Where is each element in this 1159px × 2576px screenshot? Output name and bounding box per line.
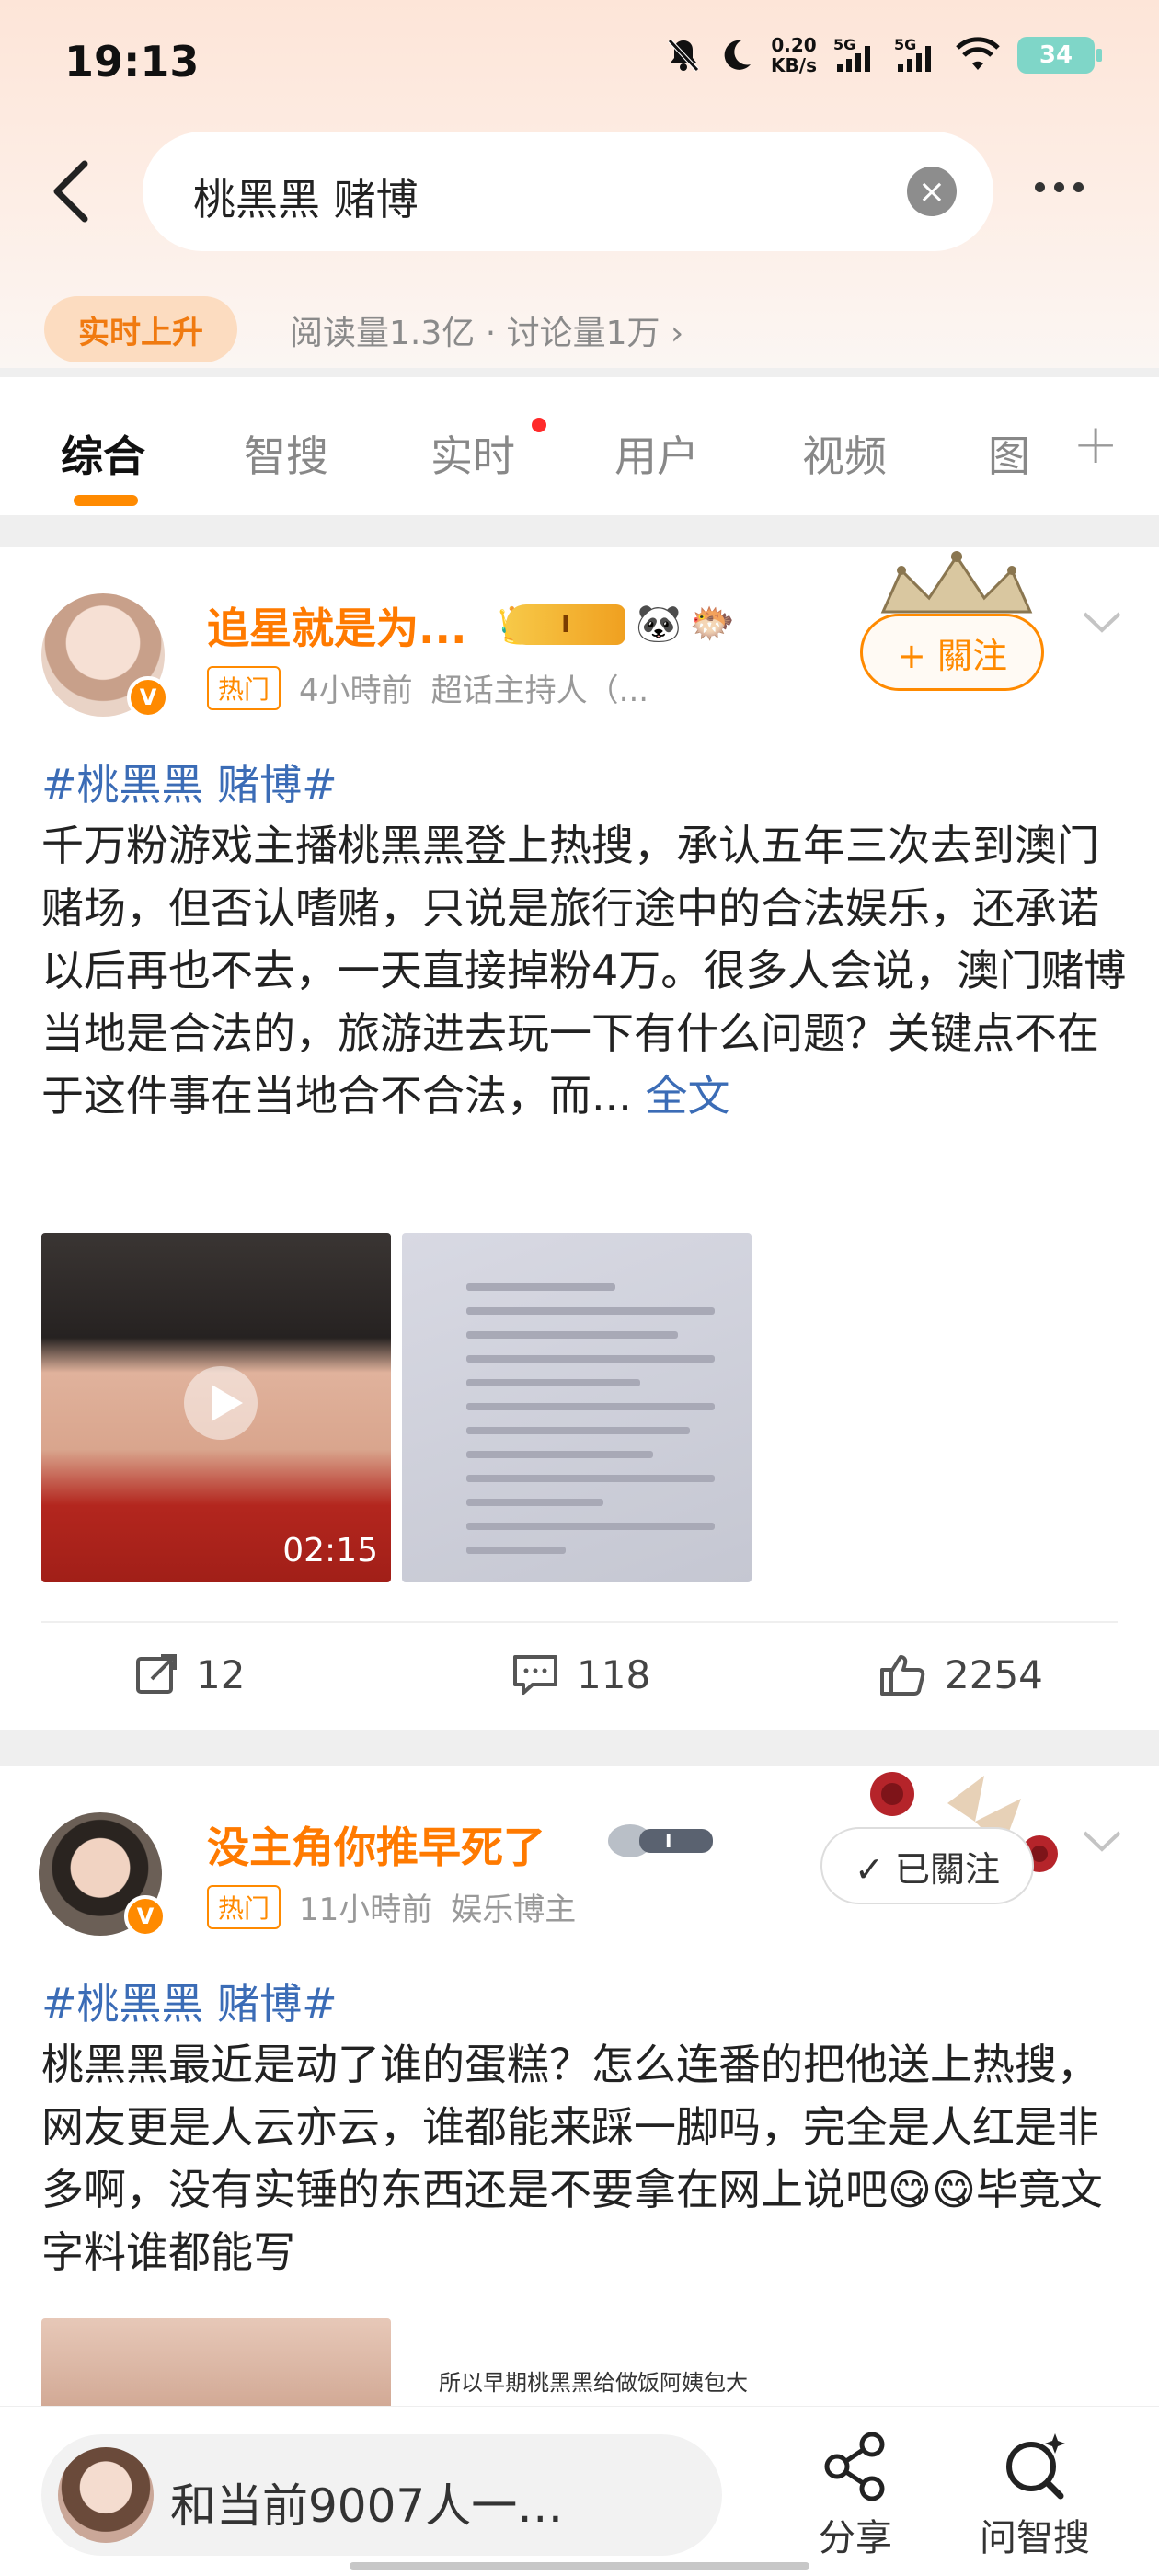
fan-medal-icon: I [608, 1824, 713, 1857]
add-tab-icon[interactable]: + [1073, 412, 1119, 477]
home-indicator[interactable] [350, 2562, 809, 2570]
play-icon[interactable] [184, 1366, 258, 1440]
post-source: 超话主持人（... [430, 673, 649, 709]
tab-video[interactable]: 视频 [802, 423, 887, 484]
active-tab-indicator [74, 495, 138, 506]
post-body: 桃黑黑最近是动了谁的蛋糕？怎么连番的把他送上热搜，网友更是人云亦云，谁都能来踩一… [41, 2040, 1103, 2277]
tab-bar: 综合 智搜 实时 用户 视频 图 + [0, 377, 1159, 515]
post-meta: 热门 4小時前 超话主持人（... [207, 665, 648, 710]
status-icons: 0.20 KB/s 5G 5G 34 [666, 34, 1102, 76]
pufferfish-icon: 🐡 [689, 602, 735, 645]
verified-badge-icon: V [124, 1895, 166, 1938]
signal-icon-1: 5G [833, 37, 878, 74]
tab-users[interactable]: 用户 [614, 423, 699, 484]
comment-button[interactable]: 118 [511, 1651, 650, 1697]
decorative-crown-icon [880, 551, 1033, 614]
repost-button[interactable]: 12 [133, 1651, 245, 1697]
image-caption: 所以早期桃黑黑给做饭阿姨包大 [439, 2370, 748, 2396]
chevron-down-icon[interactable] [1081, 1822, 1121, 1858]
fan-medal: I [506, 604, 625, 645]
panda-icon: 🐼 [636, 602, 682, 645]
tab-comprehensive[interactable]: 综合 [61, 423, 145, 484]
share-label: 分享 [819, 2517, 892, 2559]
full-text-link[interactable]: 全文 [646, 1071, 730, 1121]
svg-text:5G: 5G [894, 37, 916, 53]
status-bar: 19:13 0.20 KB/s 5G 5G 34 [0, 0, 1159, 120]
signal-icon-2: 5G [894, 37, 938, 74]
avatar [58, 2447, 154, 2543]
video-duration: 02:15 [282, 1532, 378, 1570]
wifi-icon [955, 37, 1001, 74]
post-card[interactable]: V 追星就是为... 👑 I 🐼 🐡 热门 4小時前 超话主持人（... + 關… [0, 547, 1159, 1730]
like-button[interactable]: 2254 [878, 1651, 1043, 1697]
username[interactable]: 没主角你推早死了 [207, 1814, 545, 1875]
trend-badge: 实时上升 [44, 296, 237, 362]
trend-stats[interactable]: 阅读量1.3亿 · 讨论量1万 › [290, 306, 683, 354]
smart-search-label: 问智搜 [980, 2517, 1090, 2559]
thumbs-up-icon [880, 1655, 925, 1696]
following-button[interactable]: ✓ 已關注 [820, 1827, 1034, 1904]
search-input[interactable]: 桃黑黑 赌博 × [143, 132, 993, 251]
smart-search-icon [1006, 2433, 1065, 2500]
join-discussion-button[interactable]: 和当前9007人一… [41, 2434, 722, 2556]
tab-images[interactable]: 图 [988, 423, 1030, 484]
post-source: 娱乐博主 [451, 1892, 577, 1928]
search-query[interactable]: 桃黑黑 赌博 [193, 167, 419, 227]
post-meta: 热门 11小時前 娱乐博主 [207, 1884, 576, 1929]
hot-tag: 热门 [207, 665, 281, 710]
divider [41, 1621, 1118, 1623]
repost-icon [136, 1654, 177, 1694]
follow-button[interactable]: + 關注 [860, 614, 1044, 691]
status-time: 19:13 [64, 37, 200, 86]
repost-count: 12 [196, 1651, 246, 1697]
join-discussion-text: 和当前9007人一… [170, 2479, 564, 2533]
image-thumbnail[interactable] [402, 1233, 752, 1582]
chevron-left-icon [53, 160, 88, 223]
more-options-icon[interactable] [1035, 168, 1108, 205]
back-button[interactable] [46, 155, 101, 228]
post-body: 千万粉游戏主播桃黑黑登上热搜，承认五年三次去到澳门赌场，但否认嗜赌，只说是旅行途… [41, 814, 1127, 1201]
new-indicator-dot [532, 418, 546, 432]
post-topic[interactable]: #桃黑黑 赌博# [41, 1971, 338, 2031]
tab-smart-search[interactable]: 智搜 [244, 423, 328, 484]
post-time: 11小時前 [299, 1892, 433, 1928]
comment-count: 118 [577, 1651, 651, 1697]
image-thumbnail[interactable] [41, 2318, 391, 2410]
post-topic[interactable]: #桃黑黑 赌博# [41, 752, 338, 812]
bottom-bar: 和当前9007人一… 分享 问智搜 [0, 2406, 1159, 2576]
smart-search-button[interactable]: 问智搜 [966, 2425, 1104, 2561]
comment-icon [513, 1655, 557, 1695]
post-body-text: 千万粉游戏主播桃黑黑登上热搜，承认五年三次去到澳门赌场，但否认嗜赌，只说是旅行途… [41, 821, 1127, 1121]
video-thumbnail[interactable]: 02:15 [41, 1233, 391, 1582]
image-thumbnail[interactable]: 所以早期桃黑黑给做饭阿姨包大 [402, 2318, 752, 2410]
verified-badge-icon: V [127, 676, 169, 719]
post-time: 4小時前 [299, 673, 413, 709]
hot-tag: 热门 [207, 1884, 281, 1929]
tab-realtime[interactable]: 实时 [430, 423, 515, 484]
mute-bell-icon [666, 37, 701, 74]
share-icon [824, 2432, 885, 2501]
username[interactable]: 追星就是为... [207, 595, 466, 656]
document-preview [466, 1283, 715, 1570]
post-card[interactable]: V 没主角你推早死了 I 热门 11小時前 娱乐博主 ✓ 已關注 #桃黑黑 赌博… [0, 1766, 1159, 2410]
battery-indicator: 34 [1017, 37, 1102, 74]
share-button[interactable]: 分享 [786, 2425, 924, 2561]
chevron-down-icon[interactable] [1081, 603, 1121, 639]
moon-icon [717, 37, 754, 74]
svg-text:I: I [665, 1830, 671, 1852]
clear-icon[interactable]: × [907, 167, 957, 216]
svg-text:5G: 5G [833, 37, 855, 53]
net-speed: 0.20 KB/s [771, 34, 817, 76]
like-count: 2254 [945, 1651, 1043, 1697]
